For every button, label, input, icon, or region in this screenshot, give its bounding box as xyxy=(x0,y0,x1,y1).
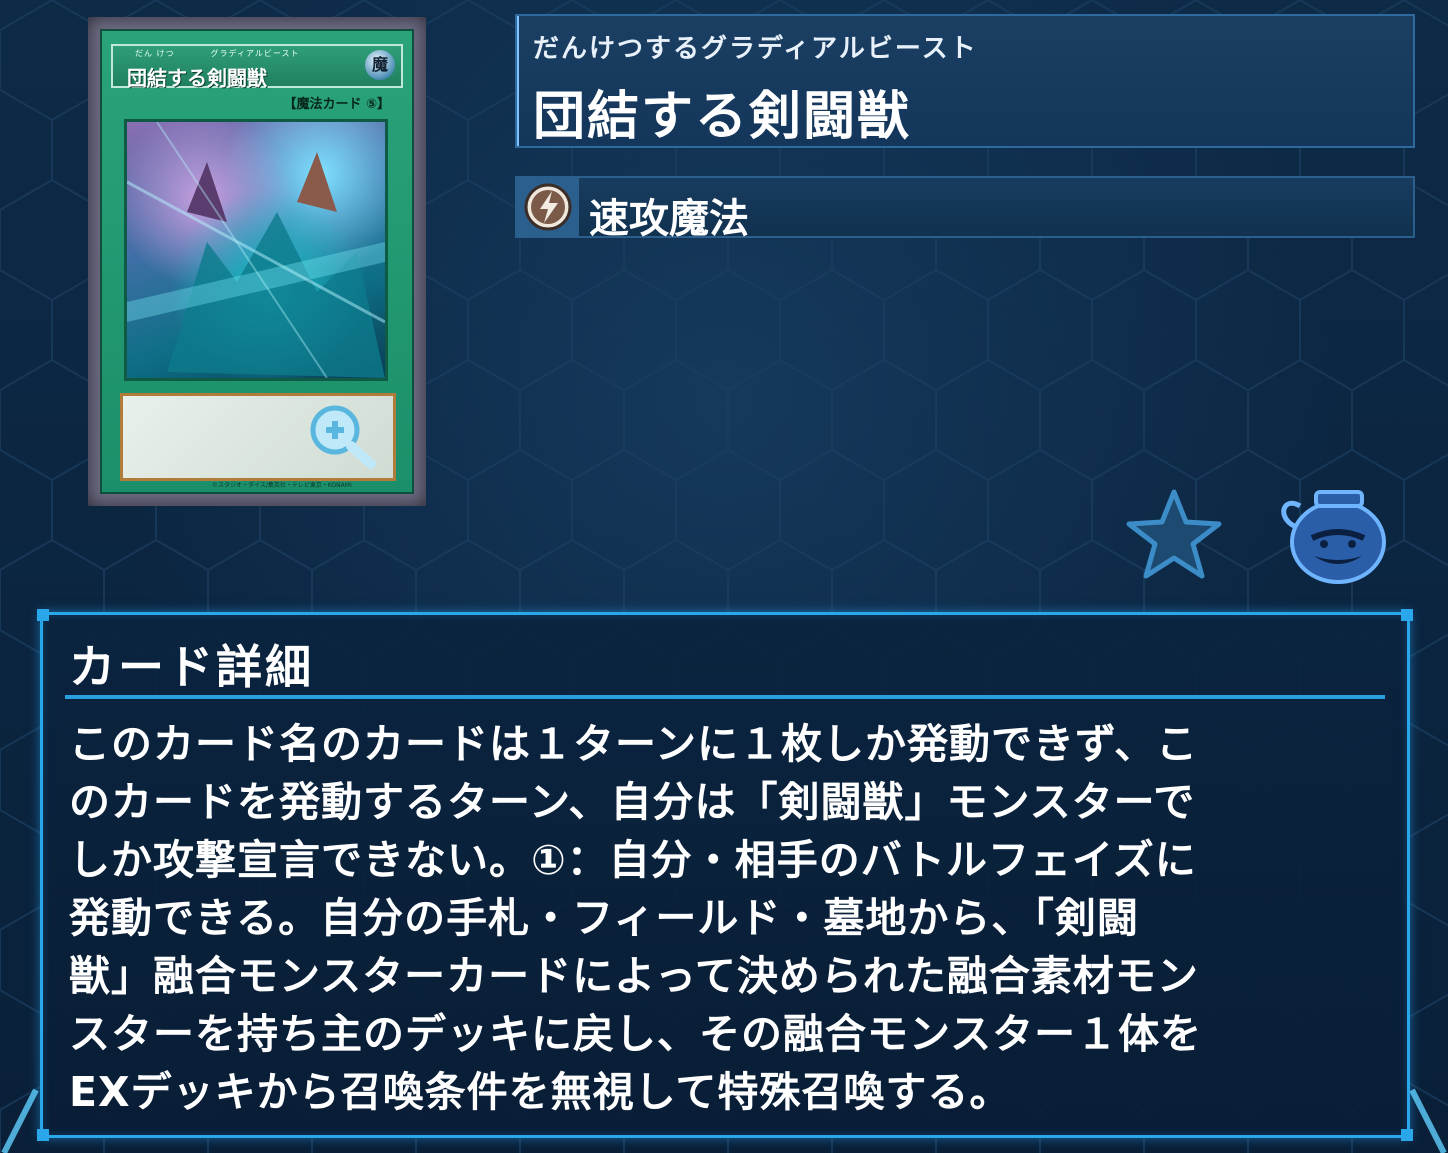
edge-glow xyxy=(1409,1088,1447,1153)
star-icon[interactable] xyxy=(1124,486,1224,582)
spell-type-label: 速攻魔法 xyxy=(589,196,749,242)
spell-type-icon-box xyxy=(517,178,579,236)
card-title: 団結する剣闘獣 xyxy=(533,87,912,147)
quick-play-icon xyxy=(524,183,572,231)
card-effect-text[interactable]: このカード名のカードは１ターンに１枚しか発動できず、こ のカードを発動するターン… xyxy=(69,715,1387,1121)
card-image[interactable]: だん けつ グラディアルビースト 団結する剣闘獣 魔 【魔法カード ⑤】 ©スタ… xyxy=(88,17,426,506)
effect-line: 発動できる。自分の手札・フィールド・墓地から、「剣闘 xyxy=(69,894,1139,942)
edge-glow xyxy=(1,1088,39,1153)
effect-line: スターを持ち主のデッキに戻し、その融合モンスター１体を xyxy=(69,1010,1203,1058)
panel-corner xyxy=(37,609,49,621)
detail-divider xyxy=(65,695,1385,699)
card-ruby: だん けつ グラディアルビースト xyxy=(135,49,300,58)
card-artwork xyxy=(124,119,388,381)
card-detail-panel: カード詳細 このカード名のカードは１ターンに１枚しか発動できず、こ のカードを発… xyxy=(37,609,1413,1141)
card-attribute-icon: 魔 xyxy=(365,50,395,80)
card-text-box xyxy=(120,393,396,481)
zoom-in-icon[interactable] xyxy=(307,402,379,470)
card-name: 団結する剣闘獣 xyxy=(127,66,267,90)
card-copyright: ©スタジオ・ダイス/集英社・テレビ東京・KONAMI xyxy=(212,482,352,489)
card-name-panel: だんけつするグラディアルビースト 団結する剣闘獣 xyxy=(515,14,1415,148)
card-face: だん けつ グラディアルビースト 団結する剣闘獣 魔 【魔法カード ⑤】 ©スタ… xyxy=(100,29,414,494)
card-name-box: だん けつ グラディアルビースト 団結する剣闘獣 魔 xyxy=(111,44,403,90)
effect-line: EXデッキから召喚条件を無視して特殊召喚する。 xyxy=(69,1068,1012,1116)
spell-type-panel: 速攻魔法 xyxy=(515,176,1415,242)
effect-line: 獣」融合モンスターカードによって決められた融合素材モン xyxy=(69,952,1199,1000)
detail-heading: カード詳細 xyxy=(69,640,314,694)
card-type-line: 【魔法カード ⑤】 xyxy=(283,97,390,112)
panel-corner xyxy=(1401,609,1413,621)
effect-line: しか攻撃宣言できない。①：自分・相手のバトルフェイズに xyxy=(69,836,1197,884)
effect-line: のカードを発動するターン、自分は「剣闘獣」モンスターで xyxy=(69,778,1196,826)
card-reading: だんけつするグラディアルビースト xyxy=(533,34,978,64)
pot-of-greed-icon[interactable] xyxy=(1278,486,1392,586)
effect-line: このカード名のカードは１ターンに１枚しか発動できず、こ xyxy=(69,720,1199,768)
